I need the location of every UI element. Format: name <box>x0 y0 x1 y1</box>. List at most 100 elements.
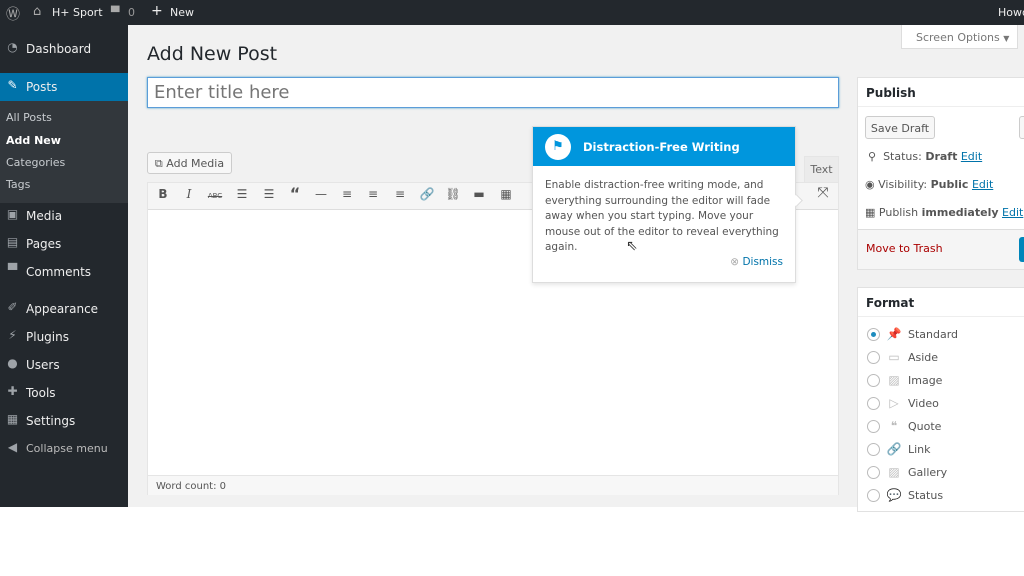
sidebar-subitem[interactable]: All Posts <box>6 111 52 124</box>
edit-visibility-link[interactable]: Edit <box>972 178 993 191</box>
italic-icon[interactable]: I <box>181 187 197 201</box>
sidebar-item-plugins[interactable]: ⚡ Plugins <box>0 323 128 351</box>
site-name-link[interactable]: H+ Sport <box>52 6 103 19</box>
sidebar-item-label: Collapse menu <box>26 442 108 455</box>
media-icon: ▣ <box>6 207 19 221</box>
visibility-label: Visibility: <box>878 178 928 191</box>
format-video-icon: ▷ <box>889 396 899 410</box>
screen-options-label: Screen Options <box>916 31 1000 44</box>
toolbar-toggle-icon[interactable]: ▦ <box>498 187 514 201</box>
sidebar-item-pages[interactable]: ▤ Pages <box>0 230 128 258</box>
preview-button[interactable] <box>1019 116 1024 139</box>
format-quote-icon: ❝ <box>890 419 898 433</box>
page-title: Add New Post <box>147 43 278 65</box>
media-icon: ⧉ <box>154 157 163 170</box>
comment-icon: ▀ <box>7 263 18 277</box>
format-label: Standard <box>908 328 959 341</box>
add-media-button[interactable]: ⧉ Add Media <box>147 152 232 174</box>
blockquote-icon[interactable]: “ <box>287 184 303 203</box>
sidebar-item-settings[interactable]: ▦ Settings <box>0 407 128 435</box>
numbered-list-icon[interactable]: ☰ <box>261 187 277 201</box>
read-more-icon[interactable]: ▬ <box>471 187 487 201</box>
edit-publish-time-link[interactable]: Edit <box>1002 206 1023 219</box>
sidebar-item-dashboard[interactable]: ◔ Dashboard <box>0 35 128 63</box>
bullet-list-icon[interactable]: ☰ <box>234 187 250 201</box>
sidebar-item-tools[interactable]: ✚ Tools <box>0 379 128 407</box>
format-radio-standard[interactable] <box>867 328 880 341</box>
align-left-icon[interactable]: ≡ <box>339 187 355 201</box>
pin-icon: ⚲ <box>868 150 877 163</box>
screen-options-button[interactable]: Screen Options ▼ <box>901 25 1018 49</box>
add-media-label: Add Media <box>166 157 225 170</box>
pin-icon: ✎ <box>7 78 18 92</box>
sidebar-item-label: Settings <box>26 414 76 428</box>
sidebar-item-label: Comments <box>26 265 92 279</box>
format-status-icon: 💬 <box>886 488 902 502</box>
format-image-icon: ▨ <box>888 373 900 387</box>
sidebar-item-label: Dashboard <box>26 42 92 56</box>
tooltip-title: Distraction-Free Writing <box>583 140 740 154</box>
plus-icon: + <box>151 3 163 19</box>
format-label: Status <box>908 489 944 502</box>
settings-icon: ▦ <box>6 412 19 426</box>
move-to-trash-link[interactable]: Move to Trash <box>866 242 943 255</box>
sidebar-subitem[interactable]: Categories <box>6 156 65 169</box>
unlink-icon[interactable]: ⛓ <box>445 187 461 201</box>
howdy-link[interactable]: Howdy <box>998 6 1024 19</box>
align-right-icon[interactable]: ≡ <box>392 187 408 201</box>
format-standard-icon: 📌 <box>886 327 902 341</box>
close-icon: ⊗ <box>730 256 740 268</box>
sidebar-item-label: Posts <box>26 80 58 94</box>
format-radio-status[interactable] <box>867 489 880 502</box>
new-link[interactable]: New <box>170 6 194 19</box>
format-radio-aside[interactable] <box>867 351 880 364</box>
sidebar-subitem[interactable]: Add New <box>6 134 61 147</box>
dismiss-button[interactable]: ⊗ Dismiss <box>730 256 783 268</box>
horizontal-line-icon[interactable]: — <box>313 187 329 201</box>
format-radio-gallery[interactable] <box>867 466 880 479</box>
sidebar-item-label: Plugins <box>26 330 69 344</box>
sidebar-item-posts[interactable]: ✎ Posts <box>0 73 128 101</box>
format-radio-image[interactable] <box>867 374 880 387</box>
sidebar-subitem[interactable]: Tags <box>6 178 30 191</box>
comments-count[interactable]: 0 <box>128 6 135 19</box>
sidebar-item-collapse-menu[interactable]: ◀ Collapse menu <box>0 435 128 463</box>
link-icon[interactable]: 🔗 <box>419 187 435 201</box>
wordpress-logo-icon[interactable]: Ⓦ <box>6 4 20 24</box>
format-aside-icon: ▭ <box>888 350 900 364</box>
tab-text[interactable]: Text <box>804 156 839 183</box>
dismiss-label: Dismiss <box>742 256 783 268</box>
save-draft-button[interactable]: Save Draft <box>865 116 935 139</box>
align-center-icon[interactable]: ≡ <box>365 187 381 201</box>
eye-icon: ◉ <box>865 178 875 191</box>
comment-icon: ▀ <box>111 6 120 19</box>
caret-down-icon: ▼ <box>1003 34 1010 43</box>
title-input[interactable] <box>147 77 839 108</box>
bold-icon[interactable]: B <box>155 187 171 201</box>
sidebar-item-users[interactable]: ● Users <box>0 351 128 379</box>
format-radio-link[interactable] <box>867 443 880 456</box>
publish-button[interactable] <box>1019 237 1024 262</box>
format-label: Aside <box>908 351 939 364</box>
plugin-icon: ⚡ <box>8 328 17 342</box>
format-label: Quote <box>908 420 942 433</box>
edit-status-link[interactable]: Edit <box>961 150 982 163</box>
sidebar-item-media[interactable]: ▣ Media <box>0 202 128 230</box>
word-count: Word count: 0 <box>148 475 838 495</box>
format-title: Format <box>866 296 915 310</box>
sidebar-item-label: Pages <box>26 237 62 251</box>
sidebar-item-comments[interactable]: ▀ Comments <box>0 258 128 286</box>
distraction-free-icon[interactable]: ⤧ <box>815 185 831 201</box>
dashboard-icon: ◔ <box>7 40 18 54</box>
user-icon: ● <box>7 356 18 370</box>
format-radio-video[interactable] <box>867 397 880 410</box>
home-icon: ⌂ <box>33 4 42 19</box>
sidebar-item-appearance[interactable]: ✐ Appearance <box>0 295 128 323</box>
admin-bar: Ⓦ ⌂ H+ Sport ▀ 0 + New Howdy <box>0 0 1024 25</box>
format-link-icon: 🔗 <box>886 442 902 456</box>
format-radio-quote[interactable] <box>867 420 880 433</box>
tooltip-pointer: ⚑ Distraction-Free Writing Enable distra… <box>532 126 796 283</box>
wrench-icon: ✚ <box>7 384 18 398</box>
strikethrough-icon[interactable]: ABC <box>207 192 223 200</box>
status-label: Status: <box>883 150 922 163</box>
